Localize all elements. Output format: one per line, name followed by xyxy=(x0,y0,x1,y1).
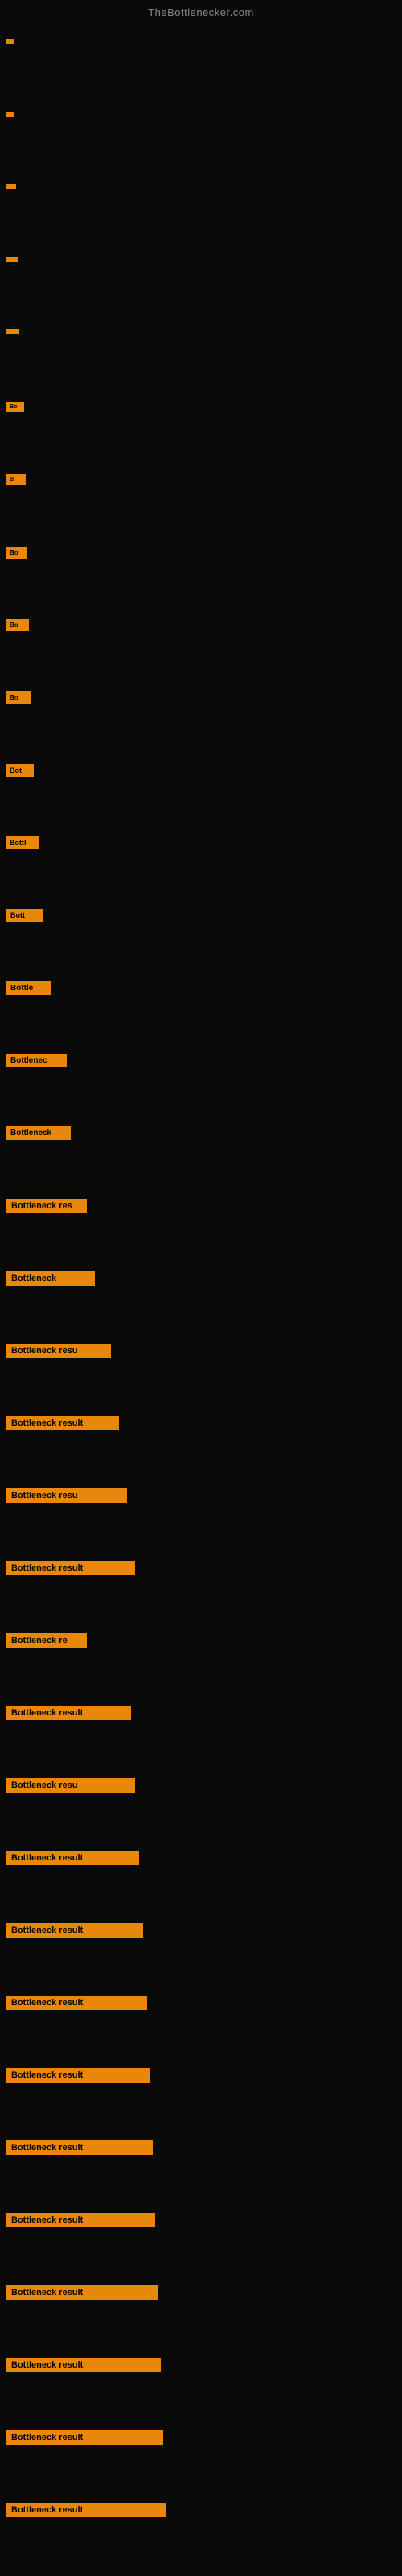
list-item: Bottleneck result xyxy=(0,1913,402,1984)
list-item: Bottleneck result xyxy=(0,2348,402,2419)
list-item: E xyxy=(0,175,402,246)
list-item: Bottl xyxy=(0,827,402,898)
list-item: Bottleneck result xyxy=(0,2203,402,2274)
bottleneck-result-badge: Bottleneck result xyxy=(6,1851,139,1865)
bottleneck-result-badge: Bottleneck xyxy=(6,1126,71,1140)
bottleneck-result-badge: E xyxy=(6,329,19,334)
bottleneck-result-badge: Bottleneck result xyxy=(6,2213,155,2227)
bottleneck-result-badge: Bo xyxy=(6,402,24,412)
bottleneck-result-badge: Bottleneck result xyxy=(6,2140,153,2155)
items-container: F E B E Bo B Bo Bo Bo Bot Bottl Bott Bottle Bottlenec… xyxy=(0,22,402,2574)
bottleneck-result-badge: E xyxy=(6,184,16,189)
bottleneck-result-badge: Bottleneck result xyxy=(6,1706,131,1720)
bottleneck-result-badge: Bottleneck re xyxy=(6,1633,87,1648)
bottleneck-result-badge: Bottleneck result xyxy=(6,2358,161,2372)
bottleneck-result-badge: Bottleneck result xyxy=(6,1996,147,2010)
bottleneck-result-badge: Bottleneck result xyxy=(6,2068,150,2083)
list-item: Bottleneck result xyxy=(0,1406,402,1477)
list-item: Bottleneck resu xyxy=(0,1769,402,1839)
list-item: Bottleneck res xyxy=(0,1189,402,1260)
list-item: B xyxy=(0,247,402,318)
bottleneck-result-badge: Bot xyxy=(6,764,34,777)
bottleneck-result-badge: Bott xyxy=(6,909,43,922)
bottleneck-result-badge: B xyxy=(6,257,18,262)
list-item: Bo xyxy=(0,392,402,463)
list-item: Bottleneck xyxy=(0,1261,402,1332)
list-item: Bo xyxy=(0,609,402,680)
list-item: F xyxy=(0,102,402,173)
site-title: TheBottlenecker.com xyxy=(0,0,402,22)
list-item: Bo xyxy=(0,537,402,608)
list-item: Bottleneck result xyxy=(0,2058,402,2129)
list-item: Bottleneck result xyxy=(0,1551,402,1622)
list-item: Bottle xyxy=(0,972,402,1042)
bottleneck-result-badge: B xyxy=(6,474,26,485)
bottleneck-result-badge: Bottleneck result xyxy=(6,1923,143,1938)
list-item: Bott xyxy=(0,899,402,970)
list-item: E xyxy=(0,320,402,390)
list-item: Bo xyxy=(0,682,402,753)
bottleneck-result-badge: Bottlenec xyxy=(6,1054,67,1067)
bottleneck-result-badge: Bottleneck result xyxy=(6,2285,158,2300)
bottleneck-result-badge: Bottleneck res xyxy=(6,1199,87,1213)
list-item: Bottlenec xyxy=(0,1044,402,1115)
list-item: Bottleneck result xyxy=(0,1986,402,2057)
list-item: Bottleneck xyxy=(0,1117,402,1187)
list-item: Bottleneck result xyxy=(0,2421,402,2491)
list-item: Bottleneck resu xyxy=(0,1334,402,1405)
list-item: Bottleneck resu xyxy=(0,1479,402,1550)
list-item: Bot xyxy=(0,754,402,825)
bottleneck-result-badge: Bottleneck result xyxy=(6,1561,135,1575)
bottleneck-result-badge: Bottleneck resu xyxy=(6,1488,127,1503)
bottleneck-result-badge: Bottle xyxy=(6,981,51,995)
bottleneck-result-badge: Bo xyxy=(6,547,27,559)
bottleneck-result-badge: F xyxy=(6,112,14,117)
bottleneck-result-badge: Bo xyxy=(6,619,29,631)
bottleneck-result-badge: Bottleneck xyxy=(6,1271,95,1286)
list-item: Bottleneck result xyxy=(0,2493,402,2564)
bottleneck-result-badge: Bottl xyxy=(6,836,39,849)
bottleneck-result-badge: Bottleneck result xyxy=(6,1416,119,1430)
list-item xyxy=(0,30,402,101)
list-item: Bottleneck re xyxy=(0,1624,402,1695)
list-item: Bottleneck result xyxy=(0,1841,402,1912)
bottleneck-result-badge: Bo xyxy=(6,691,31,704)
list-item: B xyxy=(0,464,402,535)
bottleneck-result-badge: Bottleneck resu xyxy=(6,1778,135,1793)
list-item: Bottleneck result xyxy=(0,1696,402,1767)
list-item: Bottleneck result xyxy=(0,2276,402,2347)
bottleneck-result-badge: Bottleneck result xyxy=(6,2503,166,2517)
bottleneck-result-badge xyxy=(6,39,14,44)
bottleneck-result-badge: Bottleneck resu xyxy=(6,1344,111,1358)
bottleneck-result-badge: Bottleneck result xyxy=(6,2430,163,2445)
list-item: Bottleneck result xyxy=(0,2131,402,2202)
